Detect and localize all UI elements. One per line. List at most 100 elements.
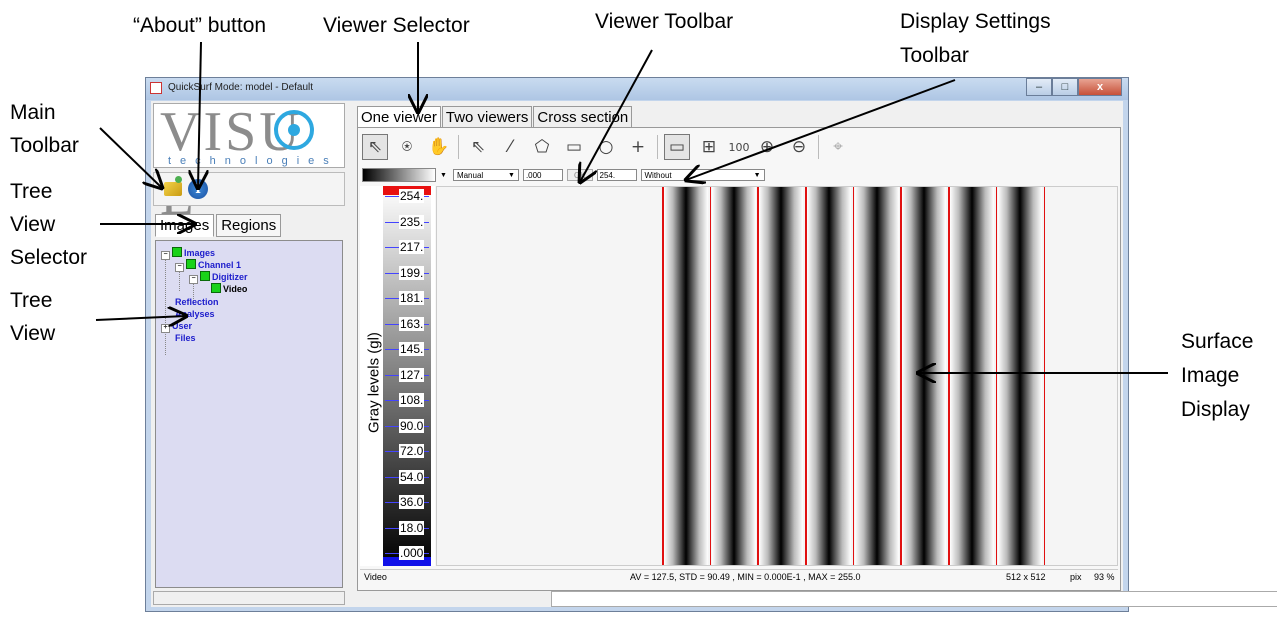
rectangle-tool-icon[interactable]: ▭ [561,134,587,160]
viewer-toolbar: ⇖ ⍟ ✋ ⇖ ⁄ ⬠ ▭ ○ + ▭ ⊞ 100 ⊕ ⊖ ⌖ [362,133,857,161]
scale-tick: 217. [385,240,429,254]
client-area: VISU L technologies i Images Regions −Im… [151,101,1277,607]
logo-subtitle: technologies [168,155,338,167]
image-stripe [805,187,852,565]
annotation-tree-view-2: View [10,322,56,345]
viewer-status-bar: Video AV = 127.5, STD = 90.49 , MIN = 0.… [360,569,1118,586]
tree-label: Digitizer [212,272,248,282]
image-stripe [995,187,1042,565]
zoom-100-icon[interactable]: 100 [728,134,750,160]
tick-label: 72.0 [399,444,425,458]
probe-icon[interactable]: ⍟ [394,134,420,160]
app-icon [150,82,162,94]
annotation-surface-3: Display [1181,398,1250,421]
annotation-viewer-selector: Viewer Selector [323,14,470,37]
palette-selector[interactable] [362,168,436,182]
filter-value: Without [644,171,672,180]
tree-node-files[interactable]: Files [175,333,196,343]
select-arrow-icon[interactable]: ⇖ [362,134,388,160]
zoom-out-icon[interactable]: ⊖ [786,134,812,160]
tab-one-viewer[interactable]: One viewer [357,106,441,129]
ok-button[interactable]: OK [566,169,593,181]
image-stripes [662,187,1046,565]
node-status-icon [211,283,221,293]
tab-regions[interactable]: Regions [216,214,282,237]
chevron-down-icon: ▼ [508,172,515,179]
scale-mode-select[interactable]: Manual ▼ [452,169,519,181]
tree-label: Images [184,248,216,258]
tick-label: 54.0 [399,469,425,484]
collapse-icon[interactable]: − [189,275,198,284]
point-select-icon[interactable]: ⇖ [465,134,491,160]
toolbar-separator [458,135,459,159]
tree-label: Reflection [175,297,219,307]
chevron-down-icon[interactable]: ▼ [440,172,447,179]
window-title: QuickSurf Mode: model - Default [168,82,314,93]
message-field[interactable]: ▲▼ [551,591,1277,607]
display-settings-toolbar: ▼ Manual ▼ .000 OK 254. Without ▼ [362,167,769,183]
logo: VISU L technologies [153,101,345,227]
tab-two-viewers[interactable]: Two viewers [441,106,533,129]
node-status-icon [200,271,210,281]
close-button[interactable]: x [1078,78,1122,96]
surface-image-display[interactable] [436,186,1118,566]
left-status-bar [153,591,345,605]
tree-node-user[interactable]: + User [161,321,192,333]
scale-tick: 181. [385,291,429,305]
tree-node-video[interactable]: Video [211,283,247,294]
main-toolbar: i [153,172,345,206]
maximize-button[interactable]: □ [1052,78,1078,96]
expand-icon[interactable]: + [161,324,170,333]
tree-label: Video [223,284,248,294]
annotation-main-toolbar-1: Main [10,101,56,124]
min-value-field[interactable]: .000 [522,169,563,181]
status-unit: pix [1070,572,1082,582]
viewer-panel: ⇖ ⍟ ✋ ⇖ ⁄ ⬠ ▭ ○ + ▭ ⊞ 100 ⊕ ⊖ ⌖ ▼ Manual… [357,127,1121,591]
tick-label: 199. [399,265,425,280]
title-bar[interactable]: QuickSurf Mode: model - Default – □ x [146,78,1128,100]
tree-node-analyses[interactable]: Analyses [175,309,215,319]
status-zoom: 93 % [1094,572,1115,582]
polygon-tool-icon[interactable]: ⬠ [529,134,555,160]
tick-label: 108. [399,393,425,407]
scale-tick: 163. [385,316,429,331]
zoom-in-icon[interactable]: ⊕ [754,134,780,160]
ellipse-tool-icon[interactable]: ○ [593,134,619,160]
tree-label: User [172,321,193,331]
profile-line [709,187,712,565]
minimize-button[interactable]: – [1026,78,1052,96]
status-image-size: 512 x 512 [1006,572,1046,582]
tick-label: 254. [399,189,425,203]
max-value-field[interactable]: 254. [596,169,637,181]
filter-select[interactable]: Without ▼ [640,169,765,181]
tree-node-reflection[interactable]: Reflection [175,297,219,307]
annotation-surface-1: Surface [1181,330,1254,353]
annotation-surface-2: Image [1181,364,1240,387]
crosshair-icon[interactable]: ⌖ [825,134,851,160]
profile-line [995,187,998,565]
scale-axis-label: Gray levels (gl) [365,332,383,433]
tab-cross-section[interactable]: Cross section [533,106,633,129]
annotation-tree-view-selector-3: Selector [10,246,88,269]
fit-window-icon[interactable]: ▭ [664,134,690,160]
add-point-icon[interactable]: + [625,134,651,160]
info-icon[interactable]: i [188,179,208,199]
collapse-icon[interactable]: − [175,263,184,272]
line-tool-icon[interactable]: ⁄ [497,134,523,160]
image-stripe [852,187,899,565]
scale-tick: 235. [385,214,429,229]
open-folder-icon[interactable] [164,176,182,196]
tick-label: 235. [399,214,425,229]
annotation-tree-view-selector-1: Tree [10,180,53,203]
annotation-about-button: “About” button [133,14,267,37]
scale-tick: 254. [385,189,429,203]
fit-page-icon[interactable]: ⊞ [696,134,722,160]
pan-hand-icon[interactable]: ✋ [426,134,452,160]
scale-tick: 127. [385,367,429,382]
tab-images[interactable]: Images [155,214,215,237]
chevron-down-icon: ▼ [753,172,761,179]
scale-tick: 72.0 [385,444,429,458]
right-panel: One viewer Two viewers Cross section ⇖ ⍟… [351,101,1277,607]
collapse-icon[interactable]: − [161,251,170,260]
image-stripe [757,187,804,565]
